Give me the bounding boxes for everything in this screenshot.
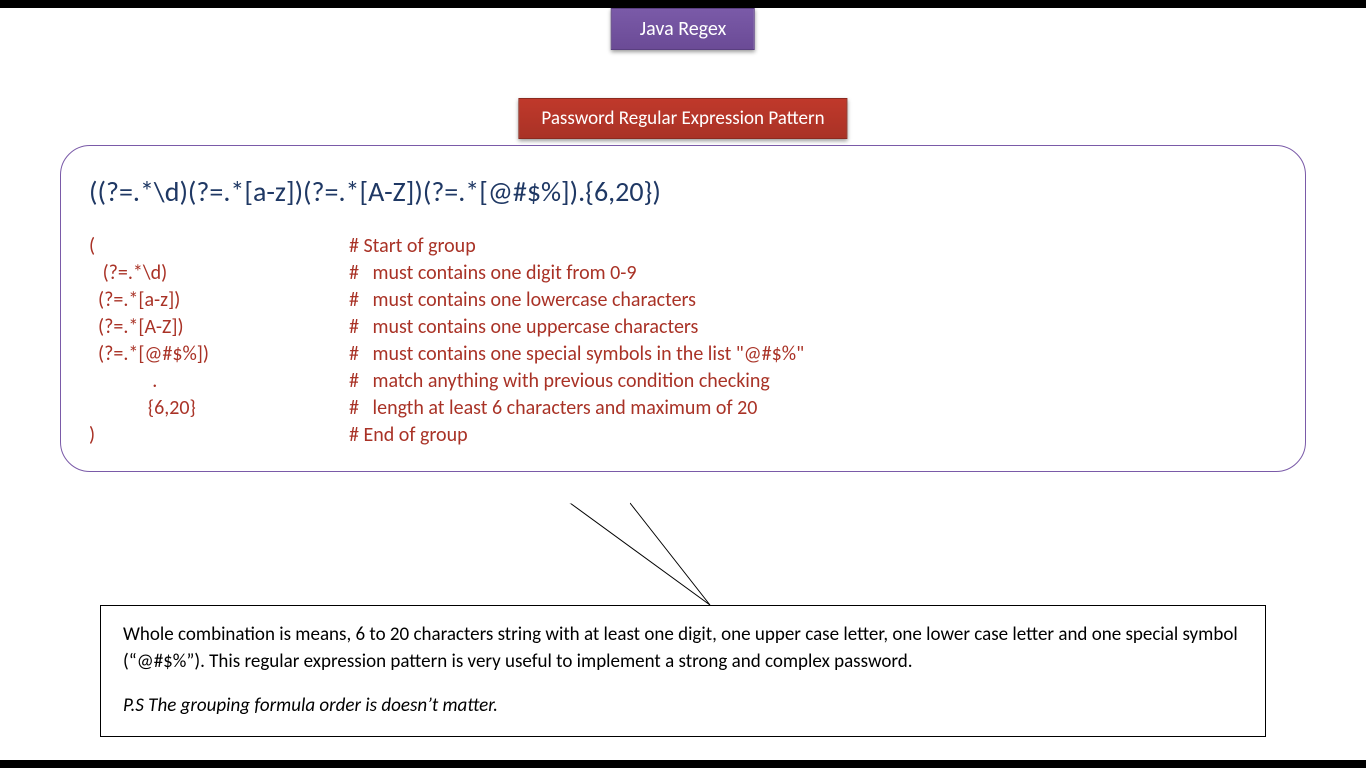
explanation-note: Whole combination is means, 6 to 20 char… <box>100 605 1266 737</box>
pattern-cell: {6,20} <box>89 395 349 422</box>
table-row: .# match anything with previous conditio… <box>89 368 1277 395</box>
pattern-cell: (?=.*\d) <box>89 260 349 287</box>
table-row: (?=.*[a-z])# must contains one lowercase… <box>89 287 1277 314</box>
table-row: (?=.*[A-Z])# must contains one uppercase… <box>89 314 1277 341</box>
table-row: )# End of group <box>89 422 1277 449</box>
bottom-border <box>0 760 1366 768</box>
regex-pattern: ((?=.*\d)(?=.*[a-z])(?=.*[A-Z])(?=.*[@#$… <box>89 174 1277 209</box>
pattern-cell: ( <box>89 233 349 260</box>
desc-cell: # Start of group <box>349 233 1277 260</box>
regex-explanation-table: (# Start of group (?=.*\d)# must contain… <box>89 233 1277 449</box>
desc-cell: # match anything with previous condition… <box>349 368 1277 395</box>
note-ps: P.S The grouping formula order is doesn’… <box>123 693 1243 720</box>
pattern-cell: ) <box>89 422 349 449</box>
regex-panel: ((?=.*\d)(?=.*[a-z])(?=.*[A-Z])(?=.*[@#$… <box>60 145 1306 472</box>
table-row: (?=.*\d)# must contains one digit from 0… <box>89 260 1277 287</box>
note-body: Whole combination is means, 6 to 20 char… <box>123 622 1243 675</box>
desc-cell: # End of group <box>349 422 1277 449</box>
speech-tail-icon <box>560 500 720 610</box>
pattern-cell: (?=.*[@#$%]) <box>89 341 349 368</box>
table-row: (?=.*[@#$%])# must contains one special … <box>89 341 1277 368</box>
pattern-cell: . <box>89 368 349 395</box>
pattern-cell: (?=.*[a-z]) <box>89 287 349 314</box>
desc-cell: # length at least 6 characters and maxim… <box>349 395 1277 422</box>
desc-cell: # must contains one uppercase characters <box>349 314 1277 341</box>
desc-cell: # must contains one lowercase characters <box>349 287 1277 314</box>
desc-cell: # must contains one special symbols in t… <box>349 341 1277 368</box>
desc-cell: # must contains one digit from 0-9 <box>349 260 1277 287</box>
top-border <box>0 0 1366 8</box>
table-row: (# Start of group <box>89 233 1277 260</box>
table-row: {6,20}# length at least 6 characters and… <box>89 395 1277 422</box>
pattern-cell: (?=.*[A-Z]) <box>89 314 349 341</box>
header-badge-subtitle: Password Regular Expression Pattern <box>518 98 847 139</box>
header-badge-topic: Java Regex <box>611 8 755 50</box>
